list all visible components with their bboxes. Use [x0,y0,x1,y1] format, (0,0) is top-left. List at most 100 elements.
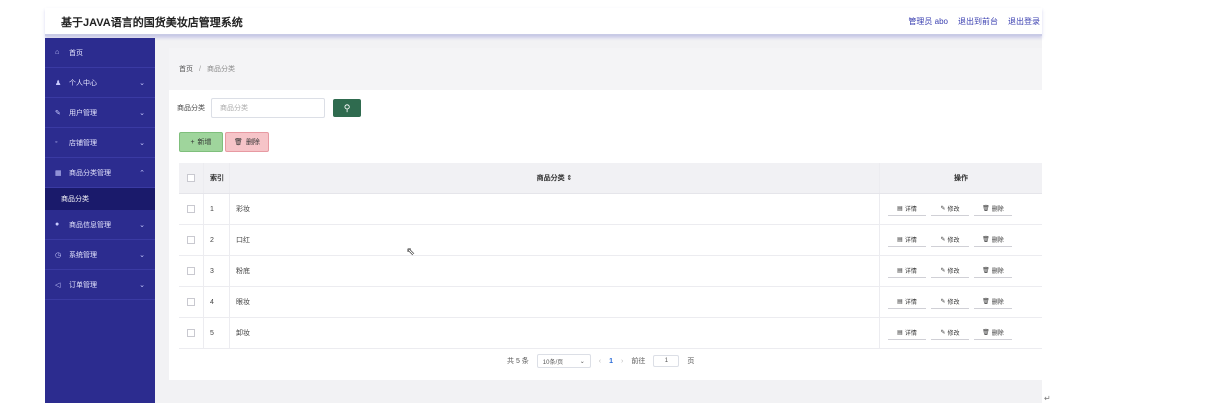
sidebar-item-home[interactable]: ⌂ 首页 [45,38,155,68]
trash-icon: 🗑 [982,237,990,243]
breadcrumb-home[interactable]: 首页 [179,64,193,74]
search-label: 商品分类 [177,105,205,112]
chevron-down-icon: ⌄ [139,79,145,87]
bulb-icon: ◦ [55,139,58,146]
row-category: 彩妆 [229,194,879,224]
table-header: 索引 商品分类 ⇕ 操作 [179,163,1042,194]
edit-label: 修改 [947,238,960,244]
top-bar: 基于JAVA语言的国货美妆店管理系统 管理员 abo 退出到前台 退出登录 [45,8,1042,36]
breadcrumb-current: 商品分类 [206,66,235,73]
edit-button[interactable]: ✎ 修改 [931,202,969,216]
delete-button[interactable]: 🗑 删除 [974,202,1012,216]
row-checkbox[interactable] [187,236,195,244]
row-ops: ▤ 详情 ✎ 修改 🗑 删除 [879,194,1042,224]
chevron-down-icon: ⌄ [139,221,145,229]
sidebar-item-system-management[interactable]: ◷ 系统管理 ⌄ [45,240,155,270]
delete-button[interactable]: 🗑 删除 [974,264,1012,278]
search-button[interactable]: ⚲ [333,99,361,117]
goto-page-input[interactable]: 1 [653,355,680,367]
delete-label: 删除 [991,207,1004,213]
sidebar-item-user-management[interactable]: ✎ 用户管理 ⌄ [45,98,155,128]
edit-button[interactable]: ✎ 修改 [931,326,969,340]
current-page[interactable]: 1 [609,358,613,365]
row-index: 4 [203,287,229,317]
search-row: 商品分类 商品分类 ⚲ [177,98,361,118]
delete-button[interactable]: 🗑 删除 [974,326,1012,340]
page-suffix: 页 [687,358,695,365]
row-category: 眼妆 [229,287,879,317]
table-row: 2 口红 ▤ 详情 ✎ 修改 🗑 删除 [179,225,1042,256]
batch-delete-button[interactable]: 🗑 删除 [225,132,269,152]
sidebar-item-product-management[interactable]: ● 商品信息管理 ⌄ [45,210,155,240]
prev-page-button[interactable]: ‹ [599,358,601,365]
sidebar-item-store-management[interactable]: ◦ 店铺管理 ⌄ [45,128,155,158]
app-title: 基于JAVA语言的国货美妆店管理系统 [61,17,243,29]
row-index: 1 [203,194,229,224]
sidebar-item-label: 用户管理 [69,109,97,117]
edit-button[interactable]: ✎ 修改 [931,264,969,278]
breadcrumb: 首页 / 商品分类 [169,48,1042,90]
page-size-value: 10条/页 [542,359,564,366]
row-checkbox[interactable] [187,329,195,337]
detail-icon: ▤ [897,330,903,336]
sidebar-item-personal-center[interactable]: ♟ 个人中心 ⌄ [45,68,155,98]
sidebar-item-label: 店铺管理 [69,139,97,147]
sidebar: ⌂ 首页 ♟ 个人中心 ⌄ ✎ 用户管理 ⌄ ◦ 店铺管理 ⌄ ▦ 商品分类管理… [45,38,155,403]
edit-label: 修改 [947,300,960,306]
edit-button[interactable]: ✎ 修改 [931,295,969,309]
row-checkbox[interactable] [187,298,195,306]
detail-icon: ▤ [897,268,903,274]
edit-button[interactable]: ✎ 修改 [931,233,969,247]
detail-button[interactable]: ▤ 详情 [888,202,926,216]
row-checkbox[interactable] [187,205,195,213]
row-index: 3 [203,256,229,286]
search-input[interactable]: 商品分类 [211,98,325,118]
delete-button[interactable]: 🗑 删除 [974,295,1012,309]
back-to-frontend-link[interactable]: 退出到前台 [958,16,998,27]
plus-icon: + [190,138,195,146]
select-all-checkbox[interactable] [187,174,195,182]
detail-button[interactable]: ▤ 详情 [888,326,926,340]
category-table: 索引 商品分类 ⇕ 操作 1 彩妆 ▤ 详情 ✎ 修改 🗑 删除 2 口红 ▤ … [179,163,1042,349]
delete-label: 删除 [991,269,1004,275]
edit-label: 修改 [947,331,960,337]
detail-label: 详情 [904,331,917,337]
row-checkbox[interactable] [187,267,195,275]
row-category: 口红 [229,225,879,255]
trash-icon: 🗑 [234,139,243,146]
page-size-select[interactable]: 10条/页 ⌄ [536,354,591,368]
detail-button[interactable]: ▤ 详情 [888,264,926,278]
detail-label: 详情 [904,300,917,306]
detail-button[interactable]: ▤ 详情 [888,233,926,247]
detail-button[interactable]: ▤ 详情 [888,295,926,309]
trash-icon: 🗑 [982,268,990,274]
row-ops: ▤ 详情 ✎ 修改 🗑 删除 [879,318,1042,348]
sidebar-item-label: 订单管理 [69,281,97,289]
sidebar-item-order-management[interactable]: ◁ 订单管理 ⌄ [45,270,155,300]
delete-button-label: 删除 [245,139,260,146]
location-icon: ● [55,221,60,228]
delete-label: 删除 [991,238,1004,244]
sidebar-item-category-management[interactable]: ▦ 商品分类管理 ⌃ [45,158,155,188]
row-ops: ▤ 详情 ✎ 修改 🗑 删除 [879,256,1042,286]
admin-user-link[interactable]: 管理员 abo [908,16,948,27]
chevron-down-icon: ⌄ [139,281,145,289]
sidebar-subitem-category[interactable]: 商品分类 [45,188,155,210]
add-button[interactable]: + 新增 [179,132,223,152]
chevron-up-icon: ⌃ [139,169,145,177]
trash-icon: 🗑 [982,299,990,305]
app-window: 基于JAVA语言的国货美妆店管理系统 管理员 abo 退出到前台 退出登录 ⌂ … [45,8,1042,403]
delete-button[interactable]: 🗑 删除 [974,233,1012,247]
chevron-down-icon: ⌄ [579,358,585,365]
column-header-category[interactable]: 商品分类 ⇕ [229,163,879,193]
table-row: 4 眼妆 ▤ 详情 ✎ 修改 🗑 删除 [179,287,1042,318]
next-page-button[interactable]: › [621,358,623,365]
chevron-down-icon: ⌄ [139,109,145,117]
clock-icon: ◷ [55,251,62,259]
row-category: 粉底 [229,256,879,286]
thumb-icon: ✎ [55,109,61,117]
logout-link[interactable]: 退出登录 [1008,16,1040,27]
detail-label: 详情 [904,207,917,213]
edit-icon: ✎ [940,268,946,274]
trash-icon: 🗑 [982,330,990,336]
